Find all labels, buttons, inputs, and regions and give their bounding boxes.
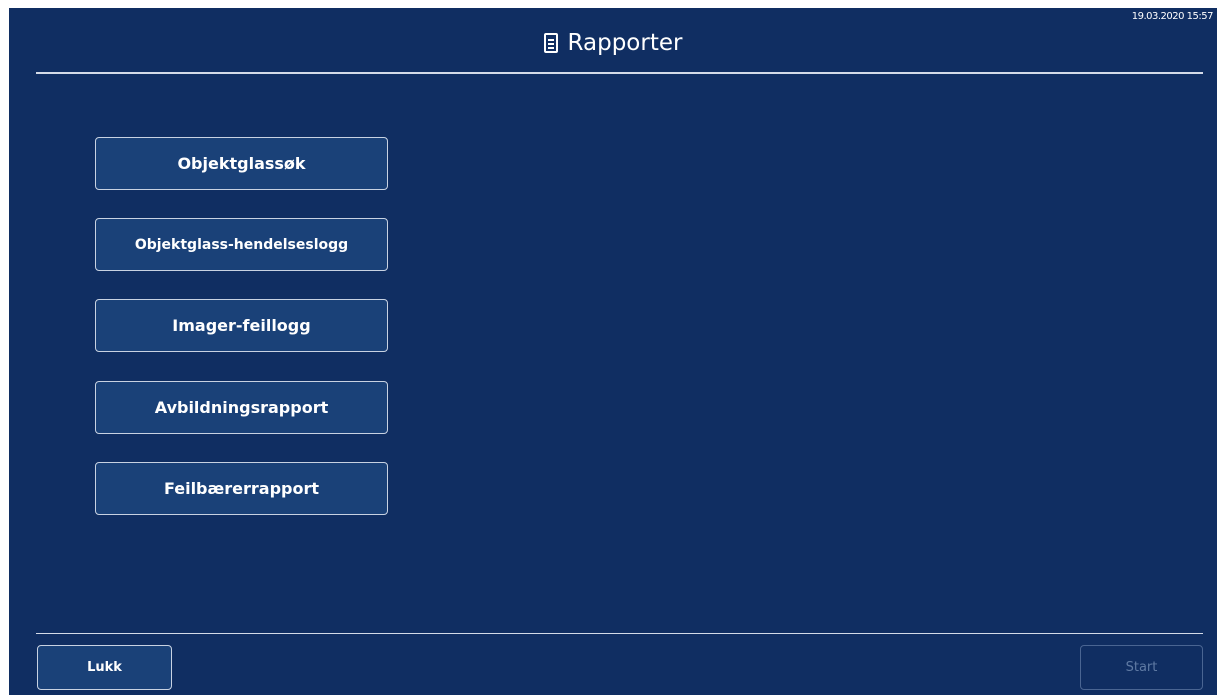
close-button[interactable]: Lukk — [37, 645, 172, 690]
reports-screen: 19.03.2020 15:57 Rapporter Objektglassøk… — [9, 8, 1217, 695]
imaging-report-button[interactable]: Avbildningsrapport — [95, 381, 388, 434]
footer-divider — [36, 633, 1203, 634]
report-document-icon — [543, 33, 558, 53]
slide-event-log-button[interactable]: Objektglass-hendelseslogg — [95, 218, 388, 271]
start-button[interactable]: Start — [1080, 645, 1203, 690]
imager-error-log-button[interactable]: Imager-feillogg — [95, 299, 388, 352]
slide-search-button[interactable]: Objektglassøk — [95, 137, 388, 190]
timestamp: 19.03.2020 15:57 — [1131, 11, 1214, 22]
page-title: Rapporter — [567, 30, 683, 56]
error-carrier-report-button[interactable]: Feilbærerrapport — [95, 462, 388, 515]
page-header: Rapporter — [9, 25, 1217, 61]
header-divider — [36, 72, 1203, 74]
